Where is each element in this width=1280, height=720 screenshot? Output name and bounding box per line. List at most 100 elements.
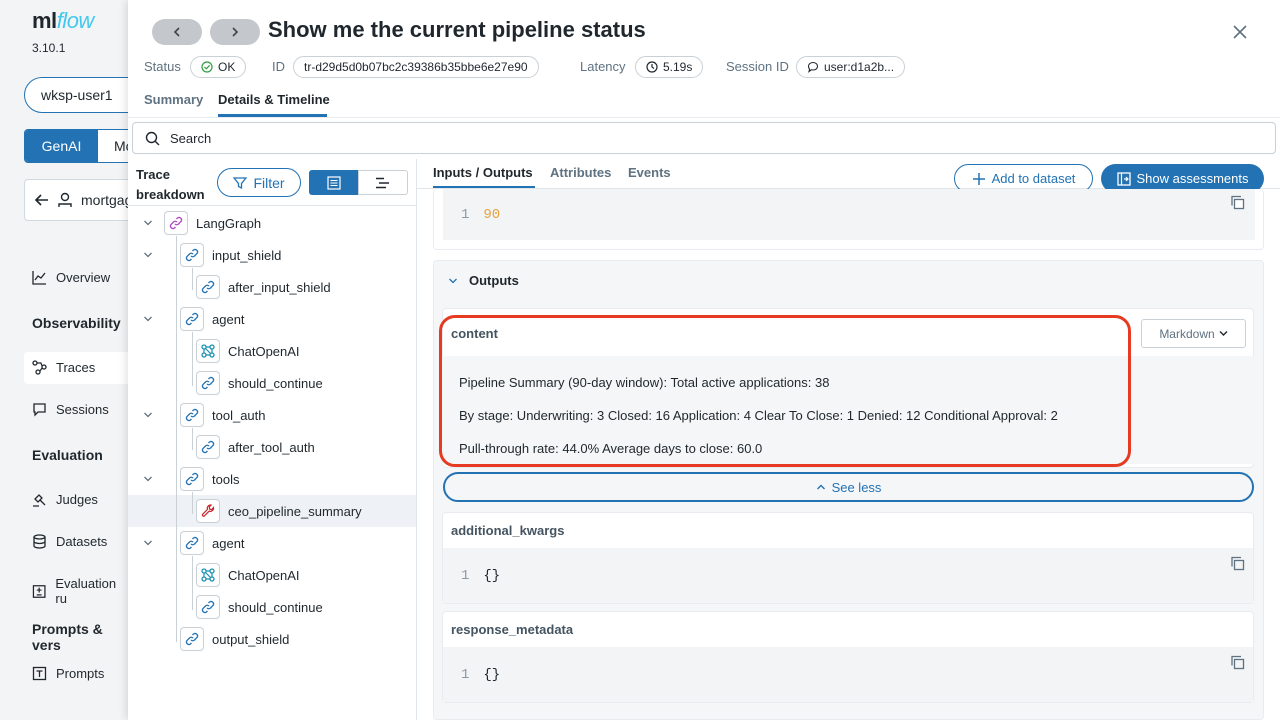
link-icon	[180, 467, 204, 491]
mode-switch: GenAI Mo	[24, 129, 144, 163]
copy-icon[interactable]	[1230, 655, 1245, 670]
copy-icon[interactable]	[1230, 556, 1245, 571]
chart-icon	[32, 271, 46, 285]
sidebar-panel-icon	[1116, 171, 1131, 186]
nav-judges[interactable]: Judges	[32, 492, 98, 507]
render-mode-dropdown[interactable]: Markdown	[1141, 319, 1246, 348]
chat-bubble-icon	[807, 61, 819, 73]
annotation-highlight-box	[439, 315, 1131, 467]
collapse-chevron-icon[interactable]	[143, 410, 153, 420]
link-icon	[180, 403, 204, 427]
tree-connector	[192, 268, 193, 290]
tree-connector	[192, 428, 193, 450]
tree-node[interactable]: should_continue	[196, 595, 323, 619]
response-metadata-label: response_metadata	[451, 622, 574, 637]
model-icon	[196, 563, 220, 587]
response-metadata-card: response_metadata 1 {}	[442, 611, 1254, 703]
tree-node[interactable]: after_tool_auth	[196, 435, 315, 459]
chain-icon	[164, 211, 188, 235]
gavel-icon	[33, 494, 46, 507]
search-placeholder: Search	[170, 130, 212, 146]
nav-heading-evaluation: Evaluation	[32, 447, 103, 463]
nav-traces[interactable]: Traces	[32, 360, 95, 375]
collapse-outputs-chevron-icon[interactable]	[448, 276, 458, 286]
status-label: Status	[144, 59, 181, 74]
tab-summary[interactable]: Summary	[144, 92, 203, 107]
model-icon	[196, 339, 220, 363]
wrench-icon	[196, 499, 220, 523]
close-icon[interactable]	[1231, 23, 1249, 41]
experiment-icon	[58, 192, 72, 208]
outputs-heading: Outputs	[469, 273, 519, 288]
collapse-chevron-icon[interactable]	[143, 474, 153, 484]
latency-label: Latency	[580, 59, 626, 74]
trace-breakdown-title: Trace breakdown	[136, 167, 205, 202]
app-sidebar: mlflow 3.10.1 wksp-user1 GenAI Mo mortga…	[0, 0, 164, 720]
input-code-block: 1 90	[443, 189, 1255, 240]
tree-node[interactable]: output_shield	[180, 627, 289, 651]
tab-inputs-outputs[interactable]: Inputs / Outputs	[433, 165, 533, 180]
tab-events[interactable]: Events	[628, 165, 671, 180]
tree-node[interactable]: LangGraph	[164, 211, 261, 235]
tree-node[interactable]: after_input_shield	[196, 275, 331, 299]
mode-genai-button[interactable]: GenAI	[25, 130, 98, 162]
filter-icon	[233, 176, 248, 189]
timeline-view-toggle[interactable]	[358, 170, 408, 195]
filter-button[interactable]: Filter	[217, 168, 301, 197]
experiment-name: mortgag	[81, 192, 133, 208]
tree-node[interactable]: agent	[180, 531, 245, 555]
collapse-chevron-icon[interactable]	[143, 250, 153, 260]
list-icon	[327, 175, 341, 190]
tree-node[interactable]: ChatOpenAI	[196, 339, 300, 363]
link-icon	[196, 595, 220, 619]
tree-node[interactable]: should_continue	[196, 371, 323, 395]
tree-node[interactable]: tool_auth	[180, 403, 266, 427]
back-arrow-icon[interactable]	[34, 192, 50, 208]
nav-overview[interactable]: Overview	[32, 270, 110, 285]
tabs-divider	[128, 117, 1280, 118]
nav-evaluation-runs[interactable]: Evaluation ru	[32, 576, 128, 606]
tab-attributes[interactable]: Attributes	[550, 165, 611, 180]
session-id-badge[interactable]: user:d1a2b...	[796, 56, 906, 78]
database-icon	[33, 534, 46, 549]
clock-icon	[646, 61, 658, 73]
collapse-chevron-icon[interactable]	[143, 314, 153, 324]
trace-id-badge[interactable]: tr-d29d5d0b07bc2c39386b35bbe6e27e90	[293, 56, 539, 78]
tab-details-timeline[interactable]: Details & Timeline	[218, 92, 330, 107]
tree-connector	[192, 556, 193, 610]
chevron-left-icon	[173, 27, 180, 37]
panel-divider[interactable]	[416, 159, 417, 720]
mlflow-logo[interactable]: mlflow	[32, 8, 94, 34]
nav-heading-observability: Observability	[32, 315, 121, 331]
link-icon	[196, 275, 220, 299]
copy-icon[interactable]	[1230, 195, 1245, 210]
nav-prompts[interactable]: Prompts	[32, 666, 104, 681]
previous-trace-button[interactable]	[152, 19, 202, 45]
nav-sessions[interactable]: Sessions	[32, 402, 109, 417]
collapse-chevron-icon[interactable]	[143, 538, 153, 548]
tree-node[interactable]: tools	[180, 467, 239, 491]
nav-datasets[interactable]: Datasets	[32, 534, 107, 549]
tree-view-toggle[interactable]	[309, 170, 359, 195]
tree-header-divider	[128, 205, 416, 206]
search-input[interactable]: Search	[132, 122, 1276, 154]
collapse-chevron-icon[interactable]	[143, 218, 153, 228]
prompt-icon	[32, 666, 47, 681]
link-icon	[196, 371, 220, 395]
check-circle-icon	[201, 61, 213, 73]
tree-node[interactable]: input_shield	[180, 243, 281, 267]
metadata-code-block: 1 {}	[443, 647, 1253, 702]
plus-icon	[972, 172, 985, 185]
tree-node[interactable]: agent	[180, 307, 245, 331]
next-trace-button[interactable]	[210, 19, 260, 45]
kwargs-code-block: 1 {}	[443, 548, 1253, 603]
active-tab-indicator	[218, 114, 327, 117]
tree-node[interactable]: ChatOpenAI	[196, 563, 300, 587]
tree-connector	[192, 332, 193, 386]
see-less-button[interactable]: See less	[443, 472, 1254, 502]
tree-node-selected[interactable]: ceo_pipeline_summary	[196, 499, 362, 523]
chat-icon	[33, 403, 46, 417]
link-icon	[180, 627, 204, 651]
nav-heading-prompts: Prompts & vers	[32, 621, 103, 653]
link-icon	[180, 531, 204, 555]
